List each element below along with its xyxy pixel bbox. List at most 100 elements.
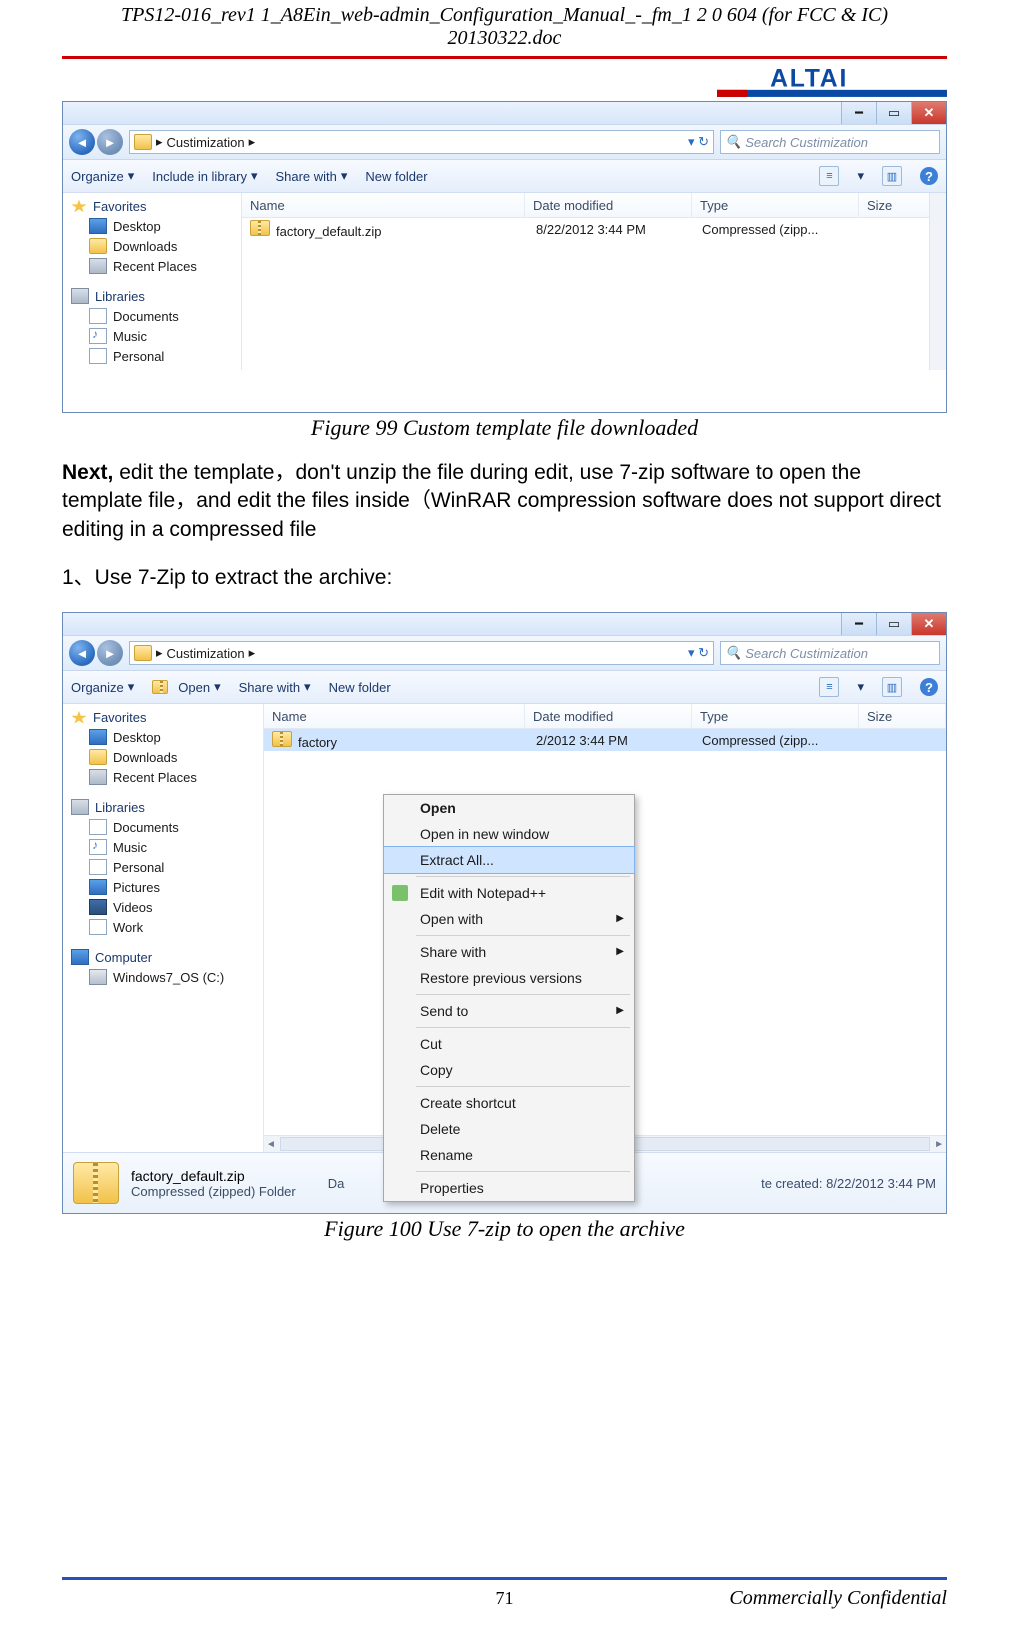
maximize-button[interactable]: ▭ <box>876 613 911 635</box>
sidebar-item-recent[interactable]: Recent Places <box>63 256 241 276</box>
titlebar: ━ ▭ ✕ <box>63 613 946 635</box>
address-bar[interactable]: ▸ Custimization ▸ ▾ ↻ <box>129 130 714 154</box>
file-list: Name Date modified Type Size factory_def… <box>242 193 946 370</box>
back-button[interactable]: ◄ <box>69 129 95 155</box>
minimize-button[interactable]: ━ <box>841 102 876 124</box>
sidebar-item-pictures[interactable]: Pictures <box>63 877 263 897</box>
ctx-delete[interactable]: Delete <box>384 1116 634 1142</box>
ctx-separator <box>416 994 630 995</box>
close-button[interactable]: ✕ <box>911 613 946 635</box>
ctx-separator <box>416 876 630 877</box>
share-with-button[interactable]: Share with ▾ <box>239 679 311 695</box>
ctx-rename[interactable]: Rename <box>384 1142 634 1168</box>
ctx-open-with[interactable]: Open with▶ <box>384 906 634 932</box>
chevron-right-icon: ▶ <box>616 913 624 924</box>
sidebar-item-music[interactable]: Music <box>63 326 241 346</box>
col-type[interactable]: Type <box>692 704 859 728</box>
share-with-button[interactable]: Share with ▾ <box>275 168 347 184</box>
ctx-open-new-window[interactable]: Open in new window <box>384 821 634 847</box>
organize-button[interactable]: Organize ▾ <box>71 168 134 184</box>
scrollbar[interactable] <box>929 193 946 370</box>
forward-button[interactable]: ► <box>97 640 123 666</box>
sidebar-item-videos[interactable]: Videos <box>63 897 263 917</box>
preview-pane-button[interactable]: ▥ <box>882 166 902 186</box>
sidebar-item-downloads[interactable]: Downloads <box>63 236 241 256</box>
col-date[interactable]: Date modified <box>525 193 692 217</box>
new-folder-button[interactable]: New folder <box>329 680 391 695</box>
view-button[interactable]: ≡ <box>819 166 839 186</box>
forward-button[interactable]: ► <box>97 129 123 155</box>
sidebar-item-personal[interactable]: Personal <box>63 857 263 877</box>
help-button[interactable]: ? <box>920 678 938 696</box>
sidebar-computer-header[interactable]: Computer <box>63 947 263 967</box>
breadcrumb-sep: ▸ <box>156 645 163 661</box>
zip-icon <box>152 680 168 694</box>
sidebar-favorites-header[interactable]: Favorites <box>63 197 241 216</box>
search-input[interactable]: 🔍 Search Custimization <box>720 641 940 665</box>
sidebar-favorites-header[interactable]: Favorites <box>63 708 263 727</box>
col-date[interactable]: Date modified <box>525 704 692 728</box>
minimize-button[interactable]: ━ <box>841 613 876 635</box>
table-row[interactable]: factory 2/2012 3:44 PM Compressed (zipp.… <box>264 729 946 751</box>
new-folder-button[interactable]: New folder <box>365 169 427 184</box>
sidebar-item-documents[interactable]: Documents <box>63 306 241 326</box>
sidebar-item-recent[interactable]: Recent Places <box>63 767 263 787</box>
sidebar-item-desktop[interactable]: Desktop <box>63 727 263 747</box>
recent-icon <box>89 258 107 274</box>
ctx-properties[interactable]: Properties <box>384 1175 634 1201</box>
ctx-edit-notepad[interactable]: Edit with Notepad++ <box>384 880 634 906</box>
col-name[interactable]: Name <box>264 704 525 728</box>
logo: ALTAI <box>62 63 947 99</box>
sidebar-item-documents[interactable]: Documents <box>63 817 263 837</box>
ctx-cut[interactable]: Cut <box>384 1031 634 1057</box>
ctx-send-to[interactable]: Send to▶ <box>384 998 634 1024</box>
include-library-button[interactable]: Include in library ▾ <box>152 168 257 184</box>
help-button[interactable]: ? <box>920 167 938 185</box>
ctx-create-shortcut[interactable]: Create shortcut <box>384 1090 634 1116</box>
col-size[interactable]: Size <box>859 704 946 728</box>
col-name[interactable]: Name <box>242 193 525 217</box>
breadcrumb[interactable]: Custimization <box>167 646 245 661</box>
view-button[interactable]: ≡ <box>819 677 839 697</box>
ctx-extract-all[interactable]: Extract All... <box>383 846 635 874</box>
sidebar-item-drive[interactable]: Windows7_OS (C:) <box>63 967 263 987</box>
address-bar[interactable]: ▸ Custimization ▸ ▾ ↻ <box>129 641 714 665</box>
details-subtitle: Compressed (zipped) Folder <box>131 1184 296 1199</box>
search-input[interactable]: 🔍 Search Custimization <box>720 130 940 154</box>
organize-button[interactable]: Organize ▾ <box>71 679 134 695</box>
preview-pane-button[interactable]: ▥ <box>882 677 902 697</box>
back-button[interactable]: ◄ <box>69 640 95 666</box>
ctx-open[interactable]: Open <box>384 795 634 821</box>
doc-icon <box>89 308 107 324</box>
open-button[interactable]: Open ▾ <box>152 679 220 695</box>
breadcrumb[interactable]: Custimization <box>167 135 245 150</box>
search-placeholder: Search Custimization <box>745 646 868 661</box>
table-row[interactable]: factory_default.zip 8/22/2012 3:44 PM Co… <box>242 218 946 240</box>
pictures-icon <box>89 879 107 895</box>
col-type[interactable]: Type <box>692 193 859 217</box>
toolbar: Organize ▾ Include in library ▾ Share wi… <box>63 160 946 193</box>
sidebar-item-work[interactable]: Work <box>63 917 263 937</box>
dropdown-icon[interactable]: ▾ ↻ <box>688 134 709 150</box>
ctx-restore[interactable]: Restore previous versions <box>384 965 634 991</box>
titlebar: ━ ▭ ✕ <box>63 102 946 124</box>
sidebar-item-personal[interactable]: Personal <box>63 346 241 366</box>
navbar: ◄ ► ▸ Custimization ▸ ▾ ↻ 🔍 Search Custi… <box>63 124 946 160</box>
ctx-share-with[interactable]: Share with▶ <box>384 939 634 965</box>
view-dropdown-icon[interactable]: ▾ <box>857 168 864 184</box>
navbar: ◄ ► ▸ Custimization ▸ ▾ ↻ 🔍 Search Custi… <box>63 635 946 671</box>
drive-icon <box>89 969 107 985</box>
ctx-copy[interactable]: Copy <box>384 1057 634 1083</box>
sidebar-item-downloads[interactable]: Downloads <box>63 747 263 767</box>
sidebar-item-music[interactable]: Music <box>63 837 263 857</box>
column-headers: Name Date modified Type Size <box>242 193 946 218</box>
close-button[interactable]: ✕ <box>911 102 946 124</box>
dropdown-icon[interactable]: ▾ ↻ <box>688 645 709 661</box>
monitor-icon <box>89 729 107 745</box>
sidebar-item-desktop[interactable]: Desktop <box>63 216 241 236</box>
view-dropdown-icon[interactable]: ▾ <box>857 679 864 695</box>
sidebar-libraries-header[interactable]: Libraries <box>63 286 241 306</box>
star-icon <box>71 200 87 214</box>
maximize-button[interactable]: ▭ <box>876 102 911 124</box>
sidebar-libraries-header[interactable]: Libraries <box>63 797 263 817</box>
